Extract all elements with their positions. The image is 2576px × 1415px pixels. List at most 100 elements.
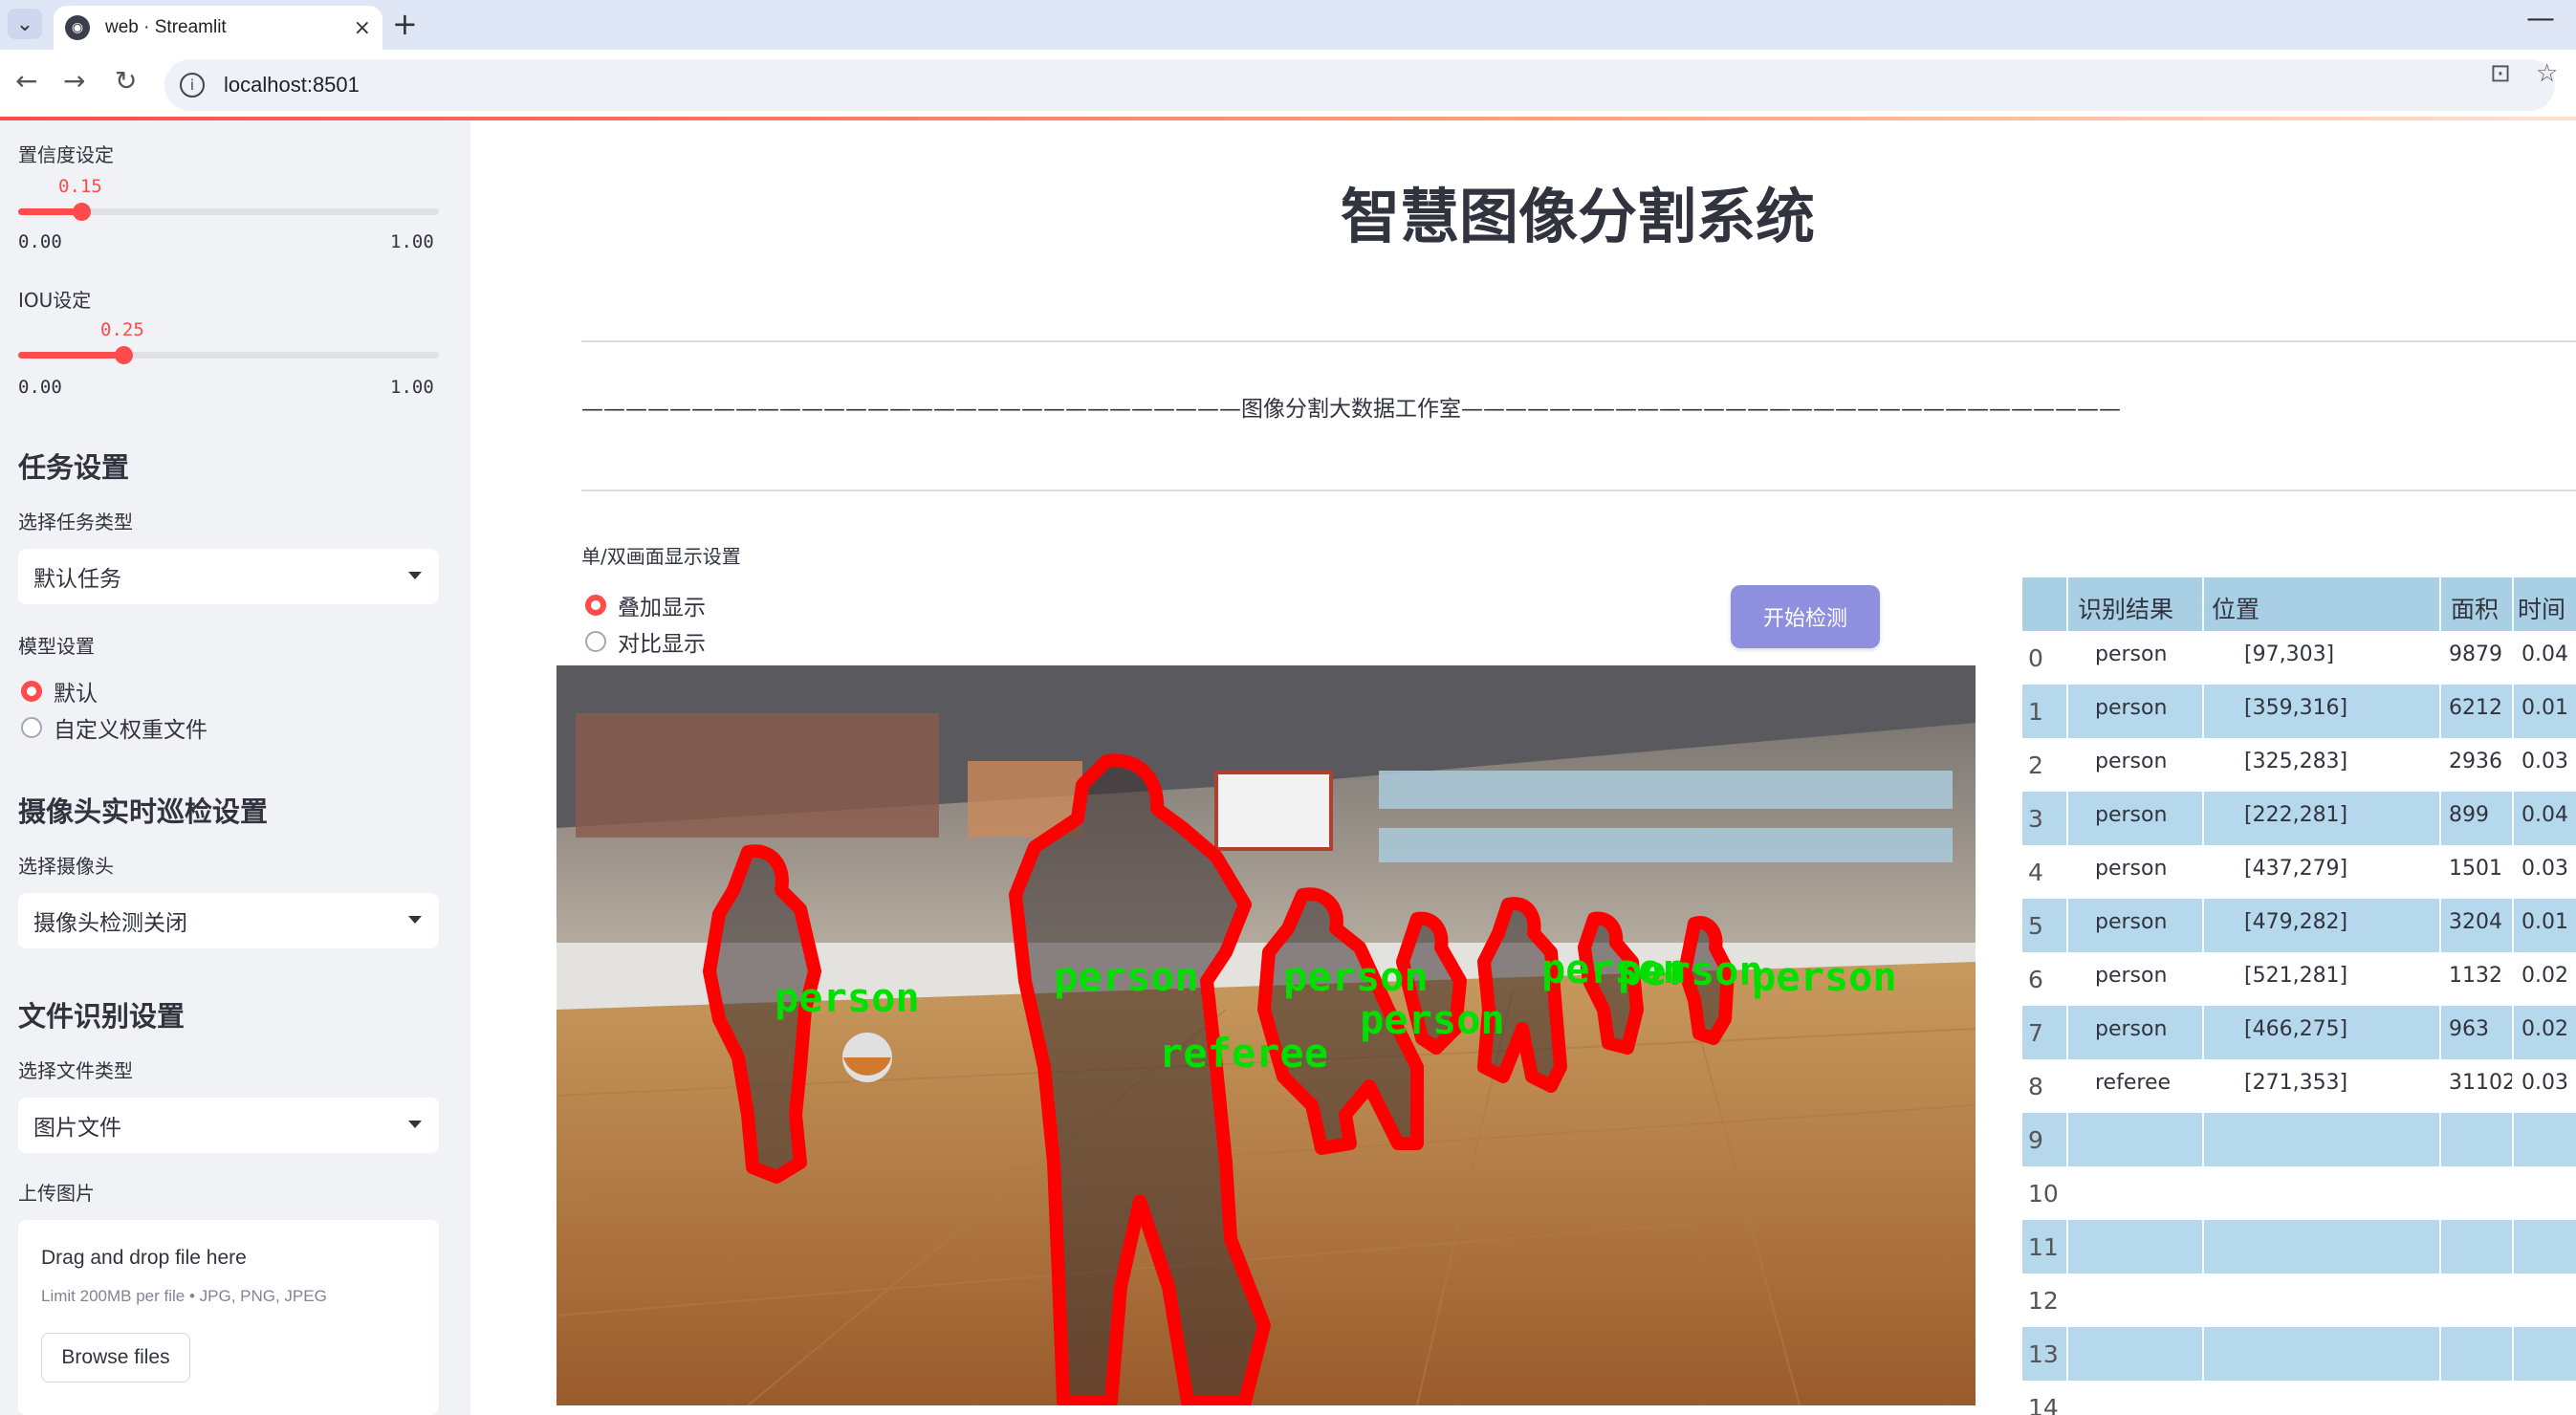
mask-label: person	[1752, 953, 1897, 1000]
table-row[interactable]: 10	[2022, 1166, 2576, 1220]
cell-time: 0.02	[2521, 964, 2568, 988]
confidence-label: 置信度设定	[18, 143, 114, 166]
url-text: localhost:8501	[224, 73, 360, 97]
minimize-icon[interactable]: —	[2526, 2, 2555, 35]
model-radio-custom[interactable]: 自定义权重文件	[21, 711, 207, 744]
dropzone-title: Drag and drop file here	[41, 1247, 247, 1269]
mask-label: person	[775, 974, 920, 1021]
task-type-label: 选择任务类型	[18, 511, 133, 533]
cell-position: [359,316]	[2244, 696, 2348, 720]
confidence-slider-thumb[interactable]	[73, 203, 91, 221]
iou-value: 0.25	[100, 319, 144, 340]
model-radio-default[interactable]: 默认	[21, 675, 98, 708]
cell-label: person	[2095, 857, 2168, 881]
row-index: 6	[2028, 966, 2043, 993]
file-dropzone[interactable]: Drag and drop file here Limit 200MB per …	[18, 1220, 439, 1415]
radio-selected-icon	[21, 681, 42, 702]
row-index: 5	[2028, 912, 2043, 940]
reload-icon[interactable]: ↻	[115, 65, 137, 97]
table-row[interactable]: 0 person [97,303] 9879 0.04	[2022, 631, 2576, 685]
cell-time: 0.04	[2521, 642, 2568, 666]
iou-min: 0.00	[18, 377, 62, 398]
new-tab-icon[interactable]: +	[392, 6, 418, 42]
display-option-label: 对比显示	[618, 632, 706, 657]
radio-selected-icon	[585, 595, 606, 616]
studio-banner: ——————————————————————————————图像分割大数据工作室…	[581, 397, 2121, 422]
cell-label: person	[2095, 642, 2168, 666]
col-header-area: 面积	[2451, 596, 2500, 623]
browser-tab[interactable]: ◉ web · Streamlit ×	[54, 6, 382, 50]
cell-position: [521,281]	[2244, 964, 2348, 988]
cell-time: 0.01	[2521, 696, 2568, 720]
table-row[interactable]: 9	[2022, 1113, 2576, 1166]
display-option-label: 叠加显示	[618, 596, 706, 620]
task-type-value: 默认任务	[33, 567, 121, 592]
dropzone-limit: Limit 200MB per file • JPG, PNG, JPEG	[41, 1287, 327, 1305]
confidence-value: 0.15	[58, 176, 102, 197]
results-table[interactable]: 识别结果 位置 面积 时间 0 person [97,303] 9879 0.04 1 pe…	[2022, 577, 2576, 1415]
table-row[interactable]: 7 person [466,275] 963 0.02	[2022, 1006, 2576, 1059]
site-info-icon[interactable]: i	[180, 73, 205, 98]
cell-label: person	[2095, 910, 2168, 934]
cell-area: 963	[2449, 1017, 2489, 1041]
row-index: 12	[2028, 1287, 2059, 1315]
task-type-select[interactable]: 默认任务	[18, 549, 439, 604]
start-detection-button[interactable]: 开始检测	[1731, 585, 1880, 648]
forward-arrow-icon[interactable]: →	[63, 65, 85, 97]
camera-settings-heading: 摄像头实时巡检设置	[18, 795, 269, 828]
cell-area: 2936	[2449, 750, 2502, 773]
cell-area: 31102	[2449, 1071, 2516, 1095]
camera-select-value: 摄像头检测关闭	[33, 911, 187, 936]
browse-files-button[interactable]: Browse files	[41, 1333, 190, 1382]
column-divider	[2512, 577, 2514, 1415]
back-arrow-icon[interactable]: ←	[15, 65, 37, 97]
table-row[interactable]: 1 person [359,316] 6212 0.01	[2022, 685, 2576, 738]
confidence-min: 0.00	[18, 231, 62, 252]
table-row[interactable]: 8 referee [271,353] 31102 0.03	[2022, 1059, 2576, 1113]
close-icon[interactable]: ×	[354, 16, 371, 40]
iou-slider-thumb[interactable]	[115, 346, 133, 364]
confidence-slider[interactable]	[18, 203, 439, 221]
table-row[interactable]: 3 person [222,281] 899 0.04	[2022, 792, 2576, 845]
cell-position: [97,303]	[2244, 642, 2335, 666]
table-row[interactable]: 6 person [521,281] 1132 0.02	[2022, 952, 2576, 1006]
tab-search-button[interactable]: ⌄	[8, 9, 42, 39]
table-row[interactable]: 12	[2022, 1274, 2576, 1327]
display-radio-overlay[interactable]: 叠加显示	[585, 589, 706, 621]
cell-label: person	[2095, 1017, 2168, 1041]
streamlit-favicon-icon: ◉	[65, 15, 90, 40]
row-index: 8	[2028, 1073, 2043, 1100]
row-index: 2	[2028, 751, 2043, 779]
cell-position: [479,282]	[2244, 910, 2348, 934]
confidence-max: 1.00	[390, 231, 434, 252]
file-type-select[interactable]: 图片文件	[18, 1098, 439, 1153]
row-index: 13	[2028, 1340, 2059, 1368]
table-row[interactable]: 11	[2022, 1220, 2576, 1274]
model-option-label: 默认	[54, 682, 98, 707]
camera-select[interactable]: 摄像头检测关闭	[18, 893, 439, 948]
table-row[interactable]: 14	[2022, 1381, 2576, 1415]
cell-time: 0.01	[2521, 910, 2568, 934]
table-row[interactable]: 2 person [325,283] 2936 0.03	[2022, 738, 2576, 792]
url-input[interactable]: i localhost:8501	[164, 59, 2555, 111]
cell-label: person	[2095, 964, 2168, 988]
detection-result-image: person person person person person perso…	[557, 665, 1976, 1405]
row-index: 1	[2028, 698, 2043, 726]
col-header-label: 识别结果	[2078, 596, 2174, 623]
iou-slider[interactable]	[18, 346, 439, 364]
star-icon[interactable]: ☆	[2536, 59, 2558, 88]
mask-label: person	[1283, 953, 1429, 1000]
column-divider	[2439, 577, 2441, 1415]
display-radio-compare[interactable]: 对比显示	[585, 625, 706, 658]
row-index: 0	[2028, 644, 2043, 672]
table-row[interactable]: 4 person [437,279] 1501 0.03	[2022, 845, 2576, 899]
iou-slider-fill	[18, 352, 123, 359]
table-row[interactable]: 5 person [479,282] 3204 0.01	[2022, 899, 2576, 952]
caret-down-icon	[408, 916, 422, 924]
cell-label: person	[2095, 696, 2168, 720]
camera-select-label: 选择摄像头	[18, 855, 114, 878]
table-row[interactable]: 13	[2022, 1327, 2576, 1381]
cell-area: 9879	[2449, 642, 2502, 666]
translate-icon[interactable]: ⊡	[2490, 59, 2511, 88]
task-settings-heading: 任务设置	[18, 451, 130, 484]
